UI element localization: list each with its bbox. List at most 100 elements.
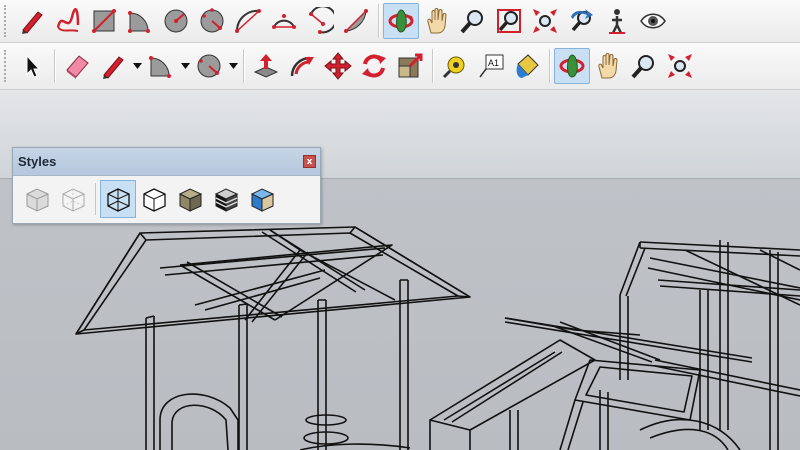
pencil-icon [103, 56, 124, 79]
rotated-rectangle-tool-button[interactable] [122, 3, 158, 39]
text-label-icon: A1 [479, 54, 504, 78]
rotated-rectangle-icon [128, 11, 150, 33]
walk-tool-button[interactable] [599, 3, 635, 39]
eraser-icon [66, 55, 89, 79]
rotate-icon [362, 54, 386, 78]
follow-me-icon [290, 56, 314, 77]
arrow-cursor-icon [26, 54, 41, 78]
circle-tool-button[interactable] [158, 3, 194, 39]
shaded-cube-icon [178, 188, 203, 212]
line-tool-dropdown[interactable] [131, 48, 143, 84]
scale-icon [398, 53, 423, 78]
close-button[interactable]: x [303, 155, 316, 168]
principal-toolbar: A1 [0, 43, 800, 90]
toolbar-separator [54, 49, 55, 83]
freehand-curve-icon [56, 8, 80, 32]
svg-text:A1: A1 [488, 58, 499, 68]
pan-tool-button[interactable] [590, 48, 626, 84]
look-around-tool-button[interactable] [635, 3, 671, 39]
pencil-icon [22, 11, 43, 34]
orbit-tool-button[interactable] [383, 3, 419, 39]
hand-icon [598, 53, 618, 79]
three-point-arc-icon [309, 7, 334, 34]
zoom-window-icon [497, 9, 521, 33]
text-tool-button[interactable]: A1 [473, 48, 509, 84]
wireframe-style-button[interactable] [100, 180, 136, 218]
styles-panel-title: Styles [18, 154, 57, 169]
styles-panel-titlebar[interactable]: Styles x [13, 148, 320, 176]
pie-icon [344, 9, 368, 33]
circle-icon [164, 9, 188, 33]
line-tool-button[interactable] [95, 48, 131, 84]
styles-separator [95, 183, 96, 215]
move-tool-button[interactable] [320, 48, 356, 84]
drawing-camera-toolbar [0, 0, 800, 43]
orbit-icon [388, 9, 414, 33]
xray-style-button[interactable] [19, 180, 55, 218]
back-edges-style-button[interactable] [55, 180, 91, 218]
rectangle-icon [92, 9, 116, 33]
shaded-with-textures-style-button[interactable] [208, 180, 244, 218]
push-pull-tool-button[interactable] [248, 48, 284, 84]
paint-bucket-tool-button[interactable] [509, 48, 545, 84]
toolbar-separator [432, 49, 433, 83]
zoom-extents-tool-button[interactable] [662, 48, 698, 84]
wireframe-model [75, 226, 800, 450]
left-gazebo [75, 226, 471, 450]
arc-icon [235, 9, 261, 33]
scale-tool-button[interactable] [392, 48, 428, 84]
two-point-arc-tool-button[interactable] [266, 3, 302, 39]
zoom-extents-tool-button[interactable] [527, 3, 563, 39]
zoom-tool-button[interactable] [626, 48, 662, 84]
toolbar-grip[interactable] [4, 5, 10, 37]
move-icon [324, 52, 352, 80]
freehand-tool-button[interactable] [50, 3, 86, 39]
back-edges-cube-icon [62, 188, 85, 212]
line-tool-button[interactable] [14, 3, 50, 39]
toolbar-separator [378, 4, 379, 38]
push-pull-icon [253, 54, 279, 78]
hand-icon [427, 8, 447, 34]
monochrome-cube-icon [250, 188, 275, 212]
polygon-tool-button[interactable] [194, 3, 230, 39]
hidden-line-style-button[interactable] [136, 180, 172, 218]
monochrome-style-button[interactable] [244, 180, 280, 218]
model-viewport[interactable]: Styles x [0, 90, 800, 450]
styles-toolbar-panel: Styles x [12, 147, 321, 224]
shaded-style-button[interactable] [172, 180, 208, 218]
orbit-tool-button[interactable] [554, 48, 590, 84]
chevron-down-icon [228, 63, 238, 69]
three-point-arc-tool-button[interactable] [302, 3, 338, 39]
rectangle-tool-dropdown[interactable] [179, 48, 191, 84]
circle-tool-dropdown[interactable] [227, 48, 239, 84]
eraser-tool-button[interactable] [59, 48, 95, 84]
toolbar-grip[interactable] [4, 50, 10, 82]
walk-icon [609, 9, 625, 34]
xray-cube-icon [26, 188, 49, 212]
tape-measure-tool-button[interactable] [437, 48, 473, 84]
zoom-window-tool-button[interactable] [491, 3, 527, 39]
zoom-extents-icon [533, 9, 557, 33]
textured-cube-icon [214, 188, 239, 212]
polygon-icon [200, 8, 224, 33]
chevron-down-icon [132, 63, 142, 69]
styles-icons-row [13, 176, 320, 222]
zoom-extents-icon [668, 54, 692, 78]
select-tool-button[interactable] [14, 48, 50, 84]
right-gazebo [429, 240, 800, 450]
rectangle-tool-button[interactable] [143, 48, 179, 84]
toolbar-separator [243, 49, 244, 83]
toolbar-separator [549, 49, 550, 83]
arc-tool-button[interactable] [230, 3, 266, 39]
previous-view-tool-button[interactable] [563, 3, 599, 39]
tape-measure-icon [442, 56, 465, 79]
rotate-tool-button[interactable] [356, 48, 392, 84]
pie-tool-button[interactable] [338, 3, 374, 39]
rectangle-tool-button[interactable] [86, 3, 122, 39]
pan-tool-button[interactable] [419, 3, 455, 39]
follow-me-tool-button[interactable] [284, 48, 320, 84]
zoom-tool-button[interactable] [455, 3, 491, 39]
circle-tool-button[interactable] [191, 48, 227, 84]
chevron-down-icon [180, 63, 190, 69]
orbit-icon [559, 54, 585, 78]
